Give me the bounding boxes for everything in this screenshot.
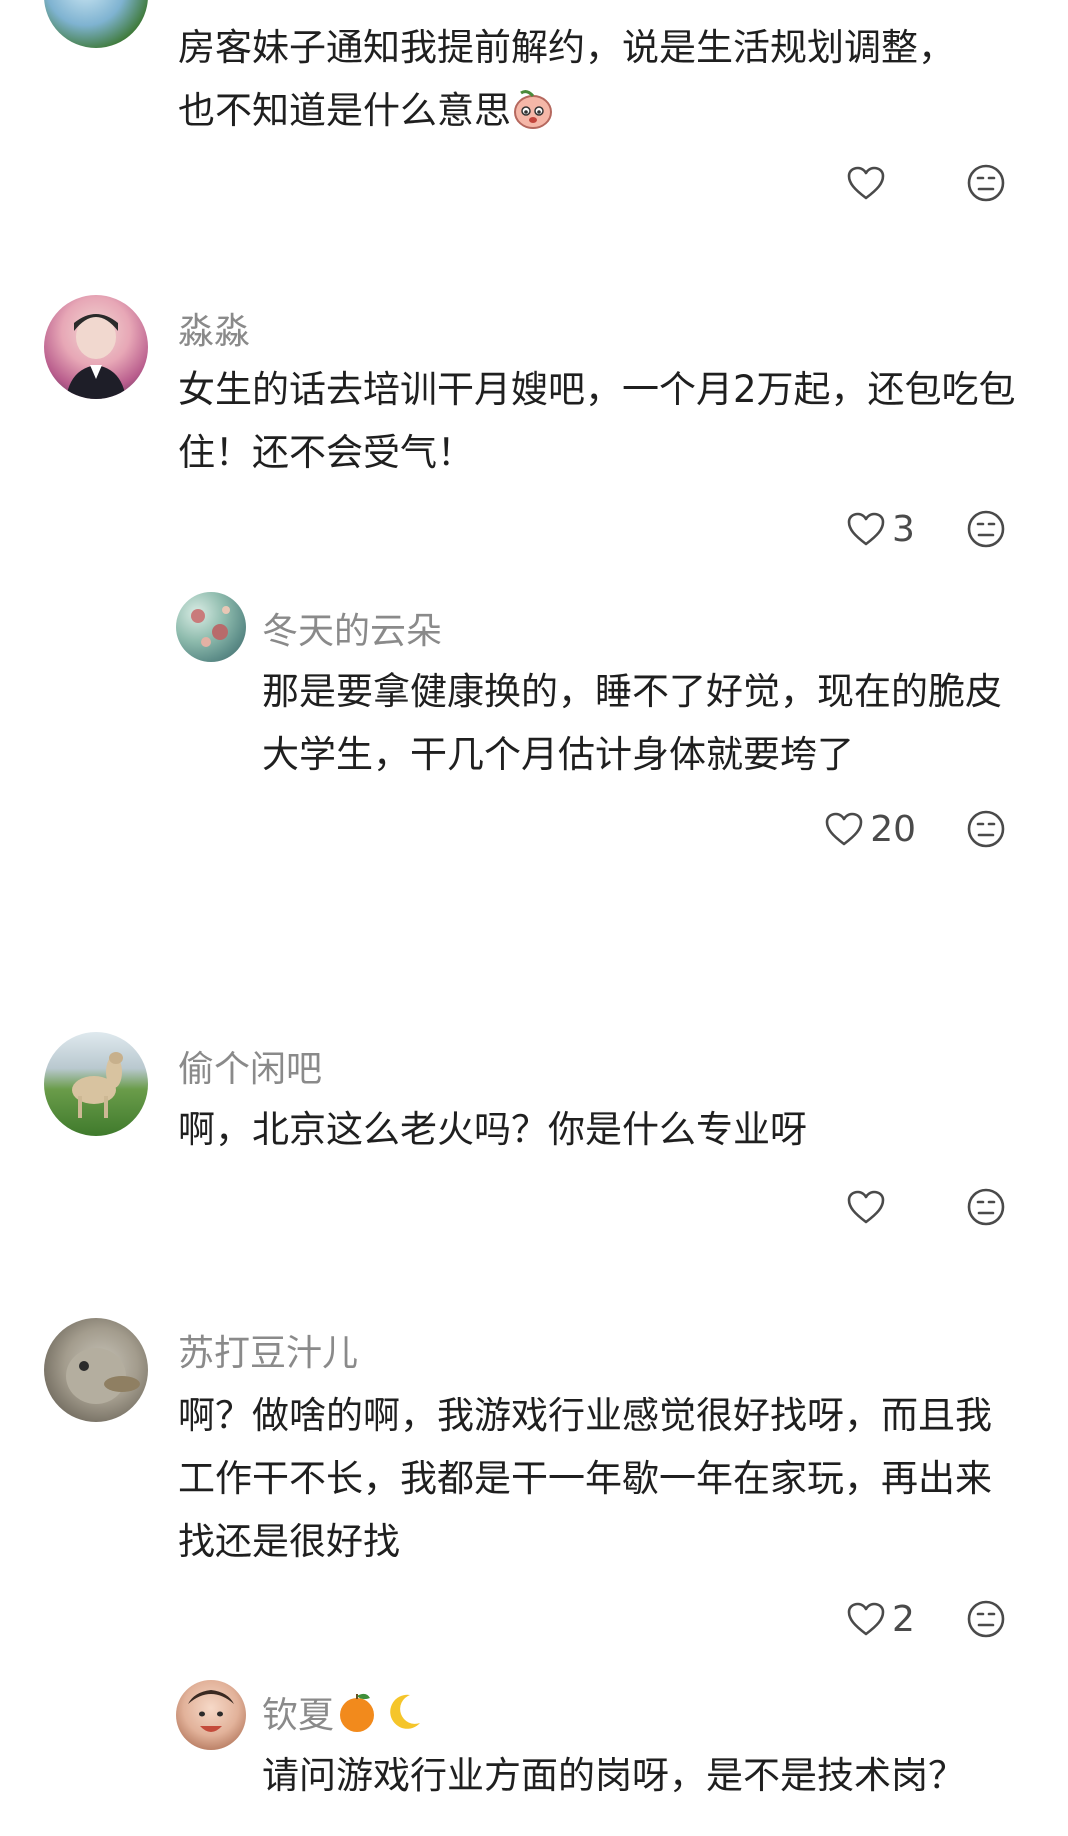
like-button[interactable]: 20 — [824, 809, 916, 850]
username[interactable]: 淼淼 — [178, 302, 250, 354]
heart-outline-icon — [847, 1602, 885, 1636]
like-count: 3 — [892, 508, 915, 550]
username[interactable]: 钦夏 — [262, 1686, 426, 1738]
comment-actions — [846, 1182, 1006, 1232]
comment-text: 请问游戏行业方面的岗呀，是不是技术岗？ — [262, 1754, 965, 1797]
heart-outline-icon — [847, 166, 885, 200]
comment-text: 啊，北京这么老火吗？你是什么专业呀 — [178, 1108, 807, 1151]
avatar[interactable] — [44, 295, 148, 399]
orange-emoji — [334, 1689, 380, 1735]
dislike-button[interactable] — [966, 1187, 1006, 1227]
username-text: 钦夏 — [262, 1695, 335, 1736]
avatar[interactable] — [44, 1032, 148, 1136]
comment-actions: 3 — [846, 504, 1006, 554]
username[interactable]: 偷个闲吧 — [178, 1040, 322, 1092]
avatar[interactable] — [176, 1680, 246, 1750]
heart-outline-icon — [847, 512, 885, 546]
like-button[interactable]: 3 — [846, 509, 916, 550]
dislike-button[interactable] — [966, 509, 1006, 549]
peach-face-emoji — [511, 87, 555, 131]
dislike-button[interactable] — [966, 1599, 1006, 1639]
like-button[interactable]: 2 — [846, 1599, 916, 1640]
neutral-face-icon — [967, 810, 1005, 848]
dislike-button[interactable] — [966, 809, 1006, 849]
avatar[interactable] — [44, 0, 148, 48]
comment-text: 那是要拿健康换的，睡不了好觉，现在的脆皮大学生，干几个月估计身体就要垮了 — [262, 670, 1002, 776]
neutral-face-icon — [967, 510, 1005, 548]
comment-actions: 2 — [846, 1594, 1006, 1644]
comment-thread: 房客妹子通知我提前解约，说是生活规划调整， 也不知道是什么意思 淼淼 女生的话去… — [0, 0, 1068, 1836]
like-button[interactable] — [846, 165, 916, 201]
like-button[interactable] — [846, 1189, 916, 1225]
avatar[interactable] — [176, 592, 246, 662]
heart-outline-icon — [847, 1190, 885, 1224]
neutral-face-icon — [967, 1600, 1005, 1638]
heart-outline-icon — [825, 812, 863, 846]
avatar[interactable] — [44, 1318, 148, 1422]
like-count: 2 — [892, 1598, 915, 1640]
comment-text: 啊？做啥的啊，我游戏行业感觉很好找呀，而且我工作干不长，我都是干一年歇一年在家玩… — [178, 1394, 992, 1563]
crescent-moon-emoji — [380, 1689, 426, 1735]
neutral-face-icon — [967, 1188, 1005, 1226]
like-count: 20 — [870, 808, 916, 850]
dislike-button[interactable] — [966, 163, 1006, 203]
comment-actions: 20 — [824, 804, 1006, 854]
comment-actions — [846, 158, 1006, 208]
comment-text: 女生的话去培训干月嫂吧，一个月2万起，还包吃包住！还不会受气！ — [178, 368, 1016, 474]
comment-text: 房客妹子通知我提前解约，说是生活规划调整， 也不知道是什么意思 — [178, 26, 955, 132]
neutral-face-icon — [967, 164, 1005, 202]
username[interactable]: 冬天的云朵 — [262, 602, 442, 654]
username[interactable]: 苏打豆汁儿 — [178, 1324, 358, 1376]
